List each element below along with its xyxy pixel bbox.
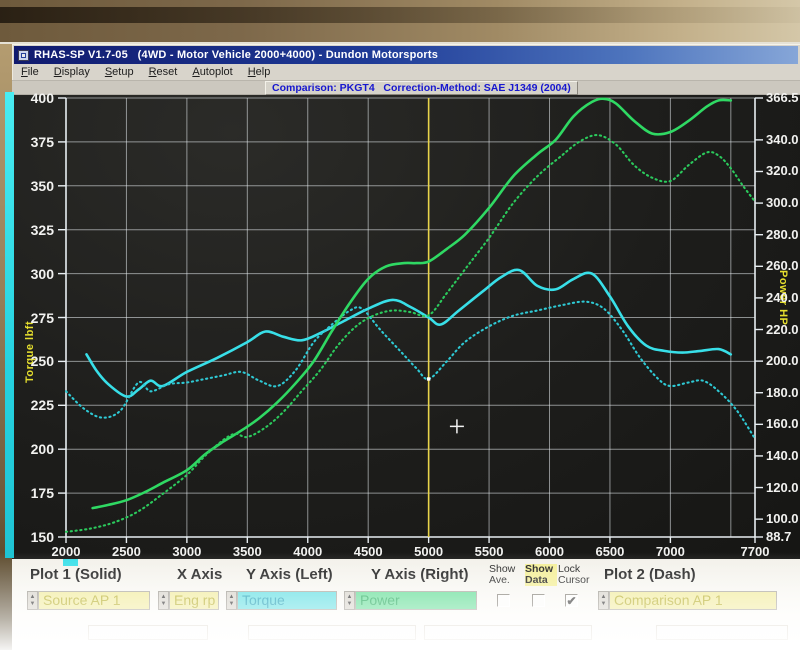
- y-left-tick-label: 175: [8, 485, 54, 501]
- x-tick-label: 2000: [43, 544, 89, 559]
- aux-input-4[interactable]: [656, 625, 788, 640]
- yleft-section-label: Y Axis (Left): [246, 566, 333, 583]
- comparison-status-box: Comparison: PKGT4 Correction-Method: SAE…: [265, 81, 578, 95]
- cursor-data-dot: [427, 377, 430, 380]
- x-tick-label: 6000: [527, 544, 573, 559]
- cyan-marker-chip: [63, 559, 78, 566]
- plot-controls-panel: Plot 1 (Solid) X Axis Y Axis (Left) Y Ax…: [12, 559, 800, 650]
- dyno-chart[interactable]: Torque lbft Power HP 4003753503253002752…: [12, 95, 800, 559]
- y-left-tick-label: 350: [8, 178, 54, 194]
- yleft-select[interactable]: Torque: [237, 591, 337, 610]
- menu-help[interactable]: Help: [248, 66, 271, 78]
- x-tick-label: 7700: [732, 544, 778, 559]
- y-right-tick-label: 320.0: [766, 163, 800, 178]
- yleft-spinner[interactable]: [226, 591, 237, 610]
- torque-plot-2-dash--curve: [66, 302, 755, 439]
- source-select[interactable]: Source AP 1: [38, 591, 150, 610]
- power-plot-1-solid--curve: [93, 99, 731, 508]
- y-right-tick-label: 260.0: [766, 258, 800, 273]
- show-data-label: Show Data: [525, 564, 557, 586]
- plot2-section-label: Plot 2 (Dash): [604, 566, 696, 583]
- photo-of-screen: RHAS-SP V1.7-05 (4WD - Motor Vehicle 200…: [0, 0, 800, 650]
- app-window: RHAS-SP V1.7-05 (4WD - Motor Vehicle 200…: [12, 44, 800, 650]
- app-icon: [18, 50, 29, 61]
- lock-cursor-checkbox[interactable]: ✔: [565, 594, 578, 607]
- desk-surface-top: [0, 0, 800, 44]
- xaxis-spinner[interactable]: [158, 591, 169, 610]
- menu-display[interactable]: Display: [54, 66, 90, 78]
- xaxis-section-label: X Axis: [177, 566, 222, 583]
- y-right-tick-label: 280.0: [766, 227, 800, 242]
- torque-plot-1-solid--curve: [87, 270, 731, 397]
- aux-input-2[interactable]: [248, 625, 416, 640]
- x-tick-label: 5500: [466, 544, 512, 559]
- window-title: RHAS-SP V1.7-05 (4WD - Motor Vehicle 200…: [34, 49, 438, 61]
- y-right-tick-label: 100.0: [766, 511, 800, 526]
- plot2-spinner[interactable]: [598, 591, 609, 610]
- plot2-select[interactable]: Comparison AP 1: [609, 591, 777, 610]
- toolbar-strip: Comparison: PKGT4 Correction-Method: SAE…: [12, 80, 800, 95]
- title-bar[interactable]: RHAS-SP V1.7-05 (4WD - Motor Vehicle 200…: [14, 46, 798, 64]
- show-ave-checkbox[interactable]: [497, 594, 510, 607]
- y-left-tick-label: 300: [8, 266, 54, 282]
- y-left-tick-label: 375: [8, 134, 54, 150]
- x-tick-label: 7000: [647, 544, 693, 559]
- lock-cursor-label: Lock Cursor: [558, 564, 598, 586]
- source-spinner[interactable]: [27, 591, 38, 610]
- xaxis-select[interactable]: Eng rp: [169, 591, 219, 610]
- y-right-tick-label: 160.0: [766, 416, 800, 431]
- aux-input-3[interactable]: [424, 625, 592, 640]
- show-data-checkbox[interactable]: [532, 594, 545, 607]
- menu-file[interactable]: File: [21, 66, 39, 78]
- x-tick-label: 6500: [587, 544, 633, 559]
- menu-autoplot[interactable]: Autoplot: [192, 66, 232, 78]
- y-right-tick-label: 366.5: [766, 90, 800, 105]
- y-left-tick-label: 250: [8, 353, 54, 369]
- yright-spinner[interactable]: [344, 591, 355, 610]
- menu-bar: File Display Setup Reset Autoplot Help: [14, 64, 798, 80]
- chart-plot-area[interactable]: [12, 95, 800, 559]
- y-left-tick-label: 400: [8, 90, 54, 106]
- y-left-tick-label: 325: [8, 222, 54, 238]
- x-tick-label: 4000: [285, 544, 331, 559]
- show-ave-label: Show Ave.: [489, 564, 523, 586]
- y-left-tick-label: 150: [8, 529, 54, 545]
- power-plot-2-dash--curve: [66, 135, 755, 532]
- y-right-tick-label: 88.7: [766, 529, 800, 544]
- x-tick-label: 4500: [345, 544, 391, 559]
- menu-reset[interactable]: Reset: [149, 66, 178, 78]
- y-right-tick-label: 140.0: [766, 448, 800, 463]
- y-left-tick-label: 200: [8, 441, 54, 457]
- menu-setup[interactable]: Setup: [105, 66, 134, 78]
- plot1-section-label: Plot 1 (Solid): [30, 566, 122, 583]
- y-right-tick-label: 180.0: [766, 385, 800, 400]
- y-right-tick-label: 240.0: [766, 290, 800, 305]
- y-right-tick-label: 220.0: [766, 322, 800, 337]
- y-right-tick-label: 300.0: [766, 195, 800, 210]
- x-tick-label: 3000: [164, 544, 210, 559]
- y-right-tick-label: 340.0: [766, 132, 800, 147]
- yright-select[interactable]: Power: [355, 591, 477, 610]
- x-tick-label: 3500: [224, 544, 270, 559]
- aux-input-1[interactable]: [88, 625, 208, 640]
- chart-edge-stripe: [5, 92, 14, 558]
- y-right-tick-label: 200.0: [766, 353, 800, 368]
- yright-section-label: Y Axis (Right): [371, 566, 469, 583]
- y-right-tick-label: 120.0: [766, 480, 800, 495]
- y-left-tick-label: 275: [8, 310, 54, 326]
- x-tick-label: 2500: [103, 544, 149, 559]
- x-tick-label: 5000: [406, 544, 452, 559]
- y-left-tick-label: 225: [8, 397, 54, 413]
